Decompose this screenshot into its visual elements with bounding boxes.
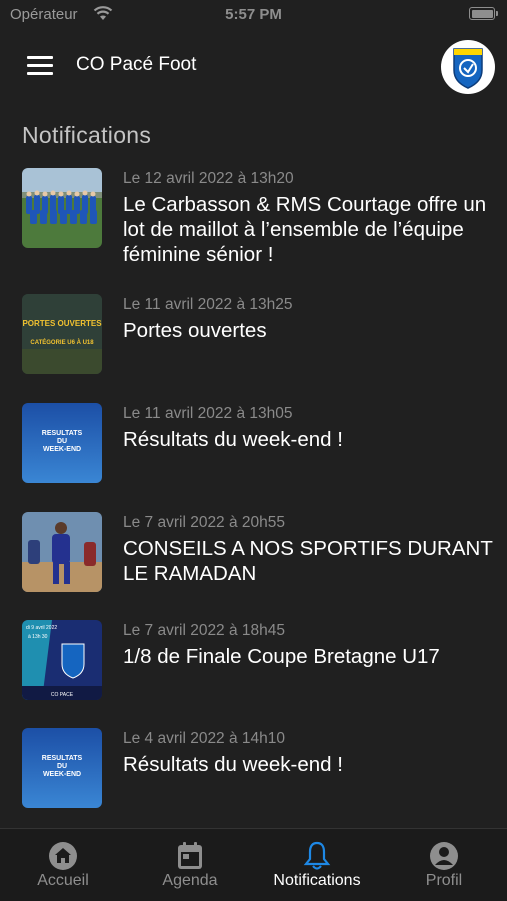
tab-agenda[interactable]: Agenda: [127, 841, 253, 890]
menu-icon[interactable]: [27, 56, 53, 76]
status-bar: Opérateur 5:57 PM: [0, 0, 507, 32]
notification-date: Le 4 avril 2022 à 14h10: [123, 730, 286, 747]
notification-thumbnail: di 9 avril 2022 à 13h 30 CO PACE: [22, 620, 102, 700]
home-icon: [49, 842, 77, 870]
page-title: Notifications: [22, 122, 152, 148]
notification-date: Le 7 avril 2022 à 18h45: [123, 622, 286, 639]
notification-title: CONSEILS A NOS SPORTIFS DURANT LE RAMADA…: [123, 537, 493, 585]
app-header: CO Pacé Foot: [0, 36, 507, 96]
notification-title: Résultats du week-end !: [123, 753, 343, 776]
club-crest-icon: [453, 48, 483, 89]
notification-date: Le 7 avril 2022 à 20h55: [123, 514, 286, 531]
app-title: CO Pacé Foot: [76, 54, 197, 75]
thumb-text: RESULTATS: [42, 430, 83, 437]
notification-title: 1/8 de Finale Coupe Bretagne U17: [123, 645, 440, 668]
thumb-text: à 13h 30: [28, 634, 48, 640]
bell-icon: [303, 841, 331, 870]
notification-date: Le 11 avril 2022 à 13h05: [123, 405, 293, 422]
tab-label: Accueil: [37, 872, 89, 889]
thumb-text: di 9 avril 2022: [26, 625, 57, 631]
battery-icon: [469, 7, 498, 20]
thumb-text: CO PACE: [51, 692, 74, 698]
tab-bar: Accueil Agenda Notifications Profil: [0, 828, 507, 901]
thumb-text: WEEK-END: [43, 771, 81, 778]
thumb-text: DU: [57, 763, 67, 770]
notification-thumbnail: [22, 168, 102, 248]
notification-thumbnail: RESULTATS DU WEEK-END: [22, 403, 102, 483]
club-logo-avatar[interactable]: [441, 40, 495, 94]
calendar-icon: [178, 842, 202, 869]
thumb-text: PORTES OUVERTES: [22, 319, 102, 328]
notification-title: Résultats du week-end !: [123, 428, 343, 451]
notification-date: Le 12 avril 2022 à 13h20: [123, 170, 294, 187]
tab-label: Notifications: [273, 872, 361, 889]
tab-accueil[interactable]: Accueil: [0, 841, 126, 890]
thumb-text: RESULTATS: [42, 755, 83, 762]
status-time: 5:57 PM: [225, 6, 282, 23]
notification-title: Le Carbasson & RMS Courtage offre un lot…: [123, 193, 487, 266]
tab-label: Agenda: [162, 872, 218, 889]
thumb-text: WEEK-END: [43, 446, 81, 453]
notification-thumbnail: [22, 512, 102, 592]
tab-label: Profil: [425, 872, 463, 889]
notification-date: Le 11 avril 2022 à 13h25: [123, 296, 293, 313]
thumb-text: DU: [57, 438, 67, 445]
tab-notifications[interactable]: Notifications: [254, 841, 380, 890]
notification-thumbnail: RESULTATS DU WEEK-END: [22, 728, 102, 808]
notification-thumbnail: PORTES OUVERTES CATÉGORIE U6 À U18: [22, 294, 102, 374]
tab-profil[interactable]: Profil: [381, 841, 507, 890]
profile-icon: [430, 842, 458, 870]
notification-title: Portes ouvertes: [123, 319, 267, 342]
thumb-text: CATÉGORIE U6 À U18: [30, 338, 94, 346]
